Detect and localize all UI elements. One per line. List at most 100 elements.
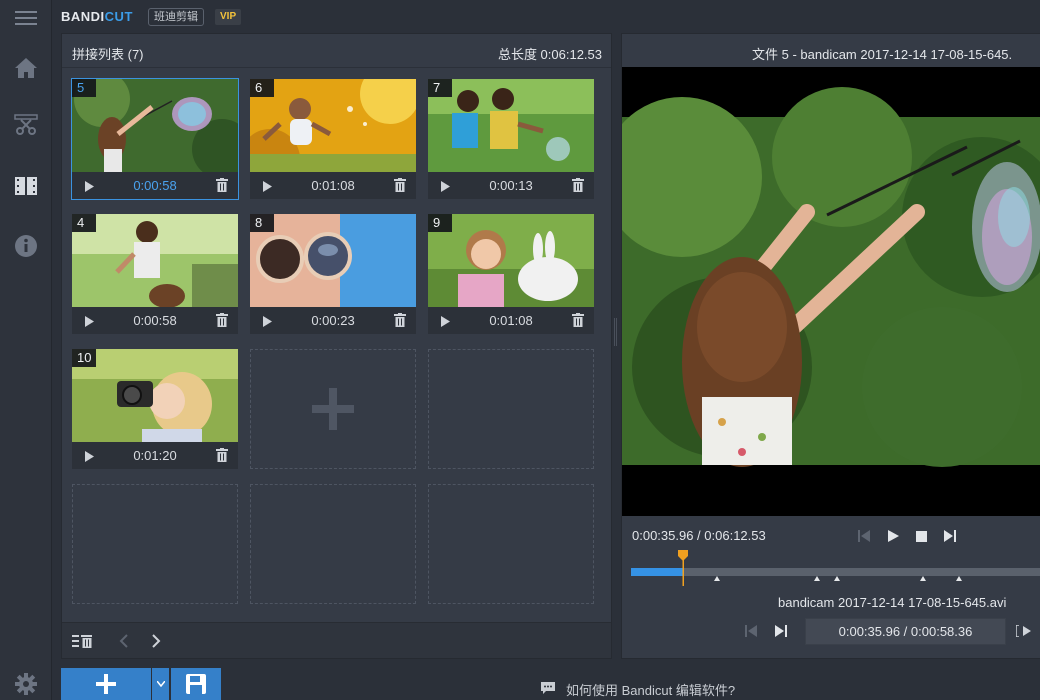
play-segment-icon[interactable] — [1016, 622, 1034, 640]
segment-marker[interactable] — [920, 576, 926, 581]
trash-icon[interactable] — [216, 313, 228, 327]
bandicut-window: BANDICUT 班迪剪辑 VIP 拼接列表 (7) 总长度 0:06:12.5… — [0, 0, 1040, 700]
clip-card[interactable]: 4 0:00:58 — [72, 214, 238, 334]
stop-button[interactable] — [912, 527, 930, 545]
plus-icon — [96, 674, 116, 694]
clip-controls: 0:01:08 — [250, 172, 416, 199]
help-text: 如何使用 Bandicut 编辑软件? — [566, 683, 736, 698]
empty-slot — [428, 349, 594, 469]
app-name-cn: 班迪剪辑 — [148, 8, 204, 26]
previous-icon[interactable] — [855, 527, 873, 545]
clear-list-icon[interactable] — [72, 632, 92, 650]
clip-thumbnail — [250, 79, 416, 172]
next-icon[interactable] — [941, 527, 959, 545]
trash-icon[interactable] — [394, 313, 406, 327]
clip-number: 10 — [72, 349, 97, 367]
clip-thumbnail — [72, 349, 238, 442]
clip-number: 5 — [72, 79, 96, 97]
clip-duration: 0:00:58 — [133, 313, 177, 328]
gear-icon[interactable] — [8, 666, 44, 700]
clip-card[interactable]: 6 0:01:08 — [250, 79, 416, 199]
trash-icon[interactable] — [216, 448, 228, 462]
clip-thumbnail — [250, 214, 416, 307]
add-file-button[interactable] — [61, 668, 151, 700]
add-file-dropdown[interactable] — [152, 668, 169, 700]
total-length: 总长度 0:06:12.53 — [497, 47, 602, 62]
info-icon[interactable] — [8, 228, 44, 264]
clip-number: 4 — [72, 214, 96, 232]
scissors-film-icon[interactable] — [8, 107, 44, 143]
clip-number: 9 — [428, 214, 452, 232]
clip-number: 8 — [250, 214, 274, 232]
clip-duration: 0:00:13 — [489, 178, 533, 193]
plus-icon — [312, 388, 354, 430]
clip-thumbnail — [72, 214, 238, 307]
clip-controls: 0:00:13 — [428, 172, 594, 199]
clip-controls: 0:00:58 — [72, 307, 238, 334]
save-button[interactable] — [171, 668, 221, 700]
bottom-toolbar: 如何使用 Bandicut 编辑软件? — [52, 659, 1040, 700]
segment-marker[interactable] — [814, 576, 820, 581]
empty-slot — [250, 484, 416, 604]
segment-file-name: bandicam 2017-12-14 17-08-15-645.avi — [778, 595, 1007, 610]
bandicut-logo: BANDICUT — [61, 9, 133, 24]
title-bar: BANDICUT 班迪剪辑 VIP — [52, 0, 1040, 32]
segment-time: 0:00:35.96 / 0:00:58.36 — [805, 618, 1006, 645]
clip-thumbnail — [72, 79, 238, 172]
chevron-right-icon[interactable] — [146, 632, 166, 650]
clip-duration: 0:01:20 — [133, 448, 177, 463]
clip-controls: 0:01:20 — [72, 442, 238, 469]
timeline-progress — [631, 568, 684, 576]
timeline[interactable] — [631, 550, 1040, 586]
hamburger-menu-icon[interactable] — [8, 0, 44, 36]
join-list-title: 拼接列表 (7) — [72, 47, 144, 62]
playback-time: 0:00:35.96 / 0:06:12.53 — [632, 528, 766, 543]
preview-title: 文件 5 - bandicam 2017-12-14 17-08-15-645. — [752, 47, 1013, 62]
trash-icon[interactable] — [394, 178, 406, 192]
film-strip-icon[interactable] — [8, 168, 44, 204]
timeline-track[interactable] — [631, 568, 1040, 576]
segment-next-icon[interactable] — [772, 622, 790, 640]
clip-thumbnail — [428, 214, 594, 307]
join-list-panel: 拼接列表 (7) 总长度 0:06:12.53 5 0:00:58 6 0:01… — [61, 33, 612, 659]
clip-card[interactable]: 10 0:01:20 — [72, 349, 238, 469]
video-preview[interactable] — [622, 67, 1040, 516]
clip-duration: 0:00:58 — [133, 178, 177, 193]
empty-slot — [72, 484, 238, 604]
floppy-disk-icon — [186, 674, 206, 694]
help-link[interactable]: 如何使用 Bandicut 编辑软件? — [540, 680, 735, 699]
trash-icon[interactable] — [572, 178, 584, 192]
chevron-down-icon — [156, 681, 165, 687]
playhead[interactable] — [677, 550, 689, 586]
clip-number: 6 — [250, 79, 274, 97]
clip-card[interactable]: 8 0:00:23 — [250, 214, 416, 334]
empty-slot — [428, 484, 594, 604]
clip-card[interactable]: 5 0:00:58 — [71, 78, 239, 200]
clip-card[interactable]: 9 0:01:08 — [428, 214, 594, 334]
trash-icon[interactable] — [572, 313, 584, 327]
clip-controls: 0:01:08 — [428, 307, 594, 334]
home-icon[interactable] — [8, 50, 44, 86]
clip-number: 7 — [428, 79, 452, 97]
segment-previous-icon[interactable] — [742, 622, 760, 640]
segment-marker[interactable] — [834, 576, 840, 581]
add-clip-slot[interactable] — [250, 349, 416, 469]
clip-duration: 0:00:23 — [311, 313, 355, 328]
vip-badge[interactable]: VIP — [215, 9, 242, 25]
clip-duration: 0:01:08 — [311, 178, 355, 193]
segment-marker[interactable] — [714, 576, 720, 581]
segment-marker[interactable] — [956, 576, 962, 581]
play-button[interactable] — [884, 527, 902, 545]
trash-icon[interactable] — [216, 178, 228, 192]
join-list-footer — [62, 622, 611, 658]
clip-card[interactable]: 7 0:00:13 — [428, 79, 594, 199]
join-list-header: 拼接列表 (7) 总长度 0:06:12.53 — [62, 34, 611, 68]
sidebar — [0, 0, 52, 700]
chat-bubble-icon — [540, 681, 556, 698]
clip-thumbnail — [428, 79, 594, 172]
clip-controls: 0:00:58 — [72, 172, 238, 199]
preview-panel: 文件 5 - bandicam 2017-12-14 17-08-15-645. — [621, 33, 1040, 659]
clip-controls: 0:00:23 — [250, 307, 416, 334]
chevron-left-icon[interactable] — [114, 632, 134, 650]
panel-splitter[interactable] — [614, 318, 617, 346]
